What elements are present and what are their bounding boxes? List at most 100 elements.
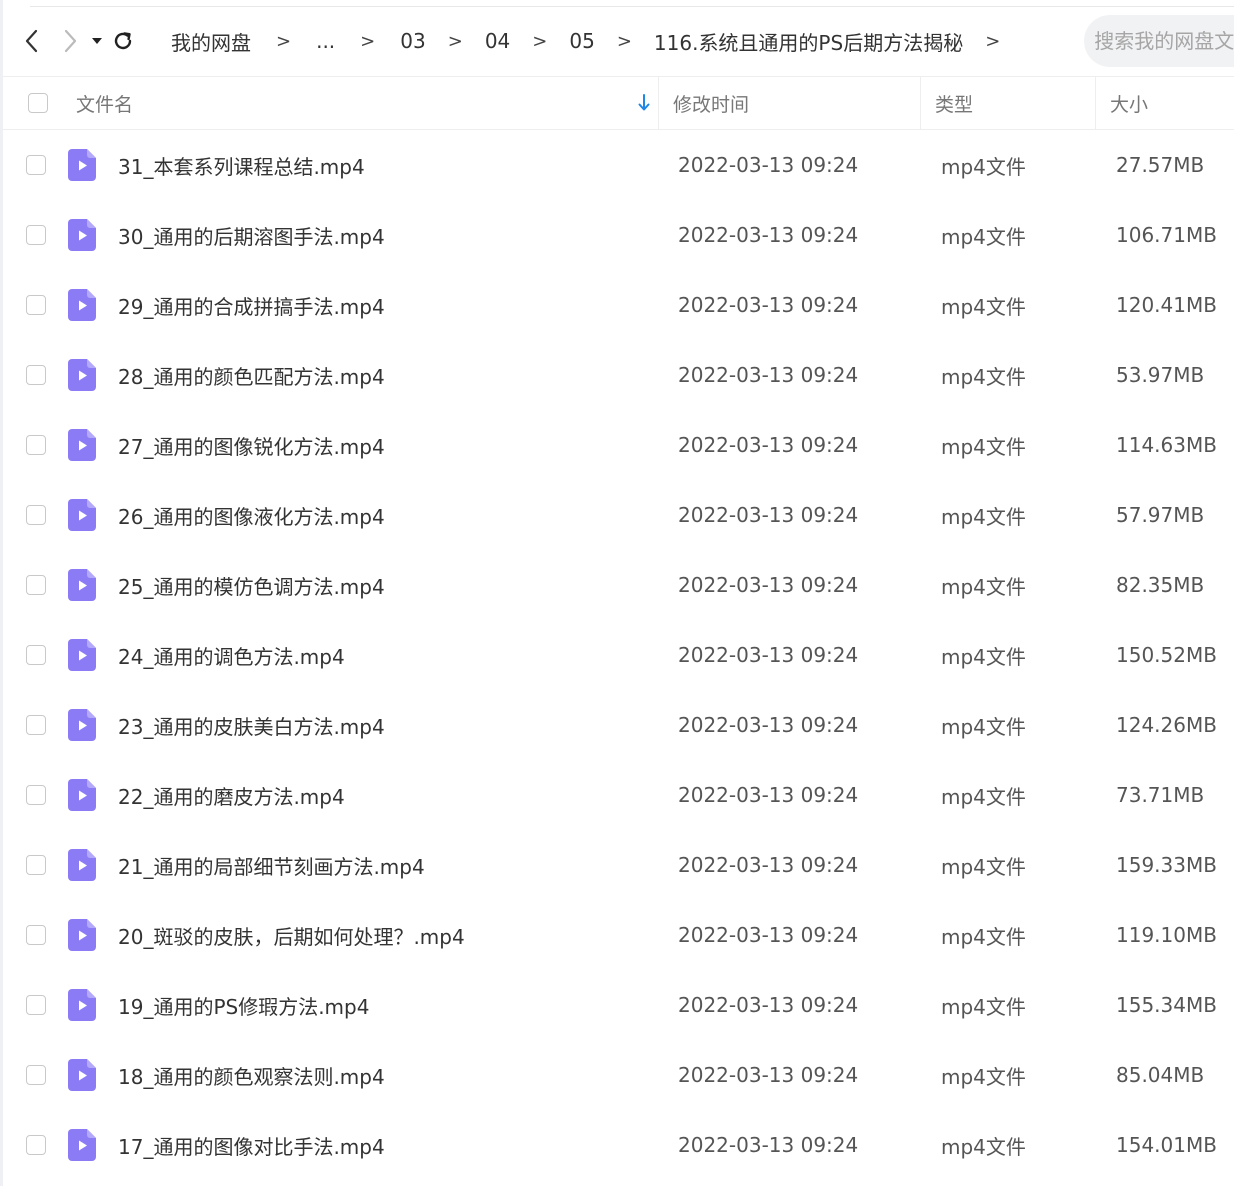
row-checkbox[interactable]	[26, 505, 46, 525]
row-checkbox[interactable]	[26, 715, 46, 735]
row-checkbox[interactable]	[26, 1135, 46, 1155]
file-name[interactable]: 20_斑驳的皮肤，后期如何处理？.mp4	[118, 921, 678, 950]
row-checkbox[interactable]	[26, 575, 46, 595]
row-checkbox[interactable]	[26, 155, 46, 175]
forward-button[interactable]	[63, 27, 77, 55]
file-modified-time: 2022-03-13 09:24	[678, 713, 859, 737]
table-row[interactable]: 30_通用的后期溶图手法.mp4 2022-03-13 09:24 mp4文件 …	[3, 200, 1234, 270]
file-type: mp4文件	[941, 294, 1026, 319]
chevron-left-icon	[25, 29, 38, 53]
file-name[interactable]: 17_通用的图像对比手法.mp4	[118, 1131, 678, 1160]
file-name[interactable]: 31_本套系列课程总结.mp4	[118, 151, 678, 180]
file-size: 120.41MB	[1116, 293, 1217, 317]
file-type: mp4文件	[941, 224, 1026, 249]
table-row[interactable]: 21_通用的局部细节刻画方法.mp4 2022-03-13 09:24 mp4文…	[3, 830, 1234, 900]
row-checkbox[interactable]	[26, 855, 46, 875]
table-row[interactable]: 22_通用的磨皮方法.mp4 2022-03-13 09:24 mp4文件 73…	[3, 760, 1234, 830]
file-modified-time: 2022-03-13 09:24	[678, 783, 859, 807]
file-name[interactable]: 29_通用的合成拼搞手法.mp4	[118, 291, 678, 320]
column-header-type[interactable]: 类型	[935, 90, 1095, 117]
select-all-checkbox[interactable]	[28, 93, 48, 113]
file-size: 106.71MB	[1116, 223, 1217, 247]
table-row[interactable]: 24_通用的调色方法.mp4 2022-03-13 09:24 mp4文件 15…	[3, 620, 1234, 690]
breadcrumb-item-04[interactable]: 04	[485, 29, 510, 53]
file-size: 159.33MB	[1116, 853, 1217, 877]
file-name[interactable]: 25_通用的模仿色调方法.mp4	[118, 571, 678, 600]
file-size: 119.10MB	[1116, 923, 1217, 947]
row-checkbox[interactable]	[26, 995, 46, 1015]
row-checkbox[interactable]	[26, 365, 46, 385]
video-file-icon	[68, 919, 96, 951]
video-file-icon	[68, 989, 96, 1021]
file-type: mp4文件	[941, 364, 1026, 389]
table-row[interactable]: 20_斑驳的皮肤，后期如何处理？.mp4 2022-03-13 09:24 mp…	[3, 900, 1234, 970]
file-modified-time: 2022-03-13 09:24	[678, 223, 859, 247]
file-modified-time: 2022-03-13 09:24	[678, 853, 859, 877]
breadcrumb-item-ellipsis[interactable]: ...	[316, 29, 335, 53]
file-modified-time: 2022-03-13 09:24	[678, 293, 859, 317]
table-row[interactable]: 23_通用的皮肤美白方法.mp4 2022-03-13 09:24 mp4文件 …	[3, 690, 1234, 760]
file-size: 53.97MB	[1116, 363, 1205, 387]
breadcrumb-item-03[interactable]: 03	[400, 29, 425, 53]
table-row[interactable]: 25_通用的模仿色调方法.mp4 2022-03-13 09:24 mp4文件 …	[3, 550, 1234, 620]
video-file-icon	[68, 289, 96, 321]
file-name[interactable]: 30_通用的后期溶图手法.mp4	[118, 221, 678, 250]
video-file-icon	[68, 1059, 96, 1091]
column-header-name[interactable]: 文件名	[76, 77, 658, 129]
breadcrumb-item-root[interactable]: 我的网盘	[171, 27, 251, 56]
file-name[interactable]: 27_通用的图像锐化方法.mp4	[118, 431, 678, 460]
row-checkbox[interactable]	[26, 785, 46, 805]
row-checkbox[interactable]	[26, 645, 46, 665]
table-row[interactable]: 31_本套系列课程总结.mp4 2022-03-13 09:24 mp4文件 2…	[3, 130, 1234, 200]
breadcrumb-separator: >	[447, 30, 463, 52]
video-file-icon	[68, 149, 96, 181]
column-divider	[920, 77, 921, 129]
toolbar: 我的网盘 > ... > 03 > 04 > 05 > 116.系统且通用的PS…	[3, 8, 1234, 74]
file-name[interactable]: 28_通用的颜色匹配方法.mp4	[118, 361, 678, 390]
file-name[interactable]: 24_通用的调色方法.mp4	[118, 641, 678, 670]
table-row[interactable]: 27_通用的图像锐化方法.mp4 2022-03-13 09:24 mp4文件 …	[3, 410, 1234, 480]
file-list: 31_本套系列课程总结.mp4 2022-03-13 09:24 mp4文件 2…	[3, 130, 1234, 1180]
table-row[interactable]: 18_通用的颜色观察法则.mp4 2022-03-13 09:24 mp4文件 …	[3, 1040, 1234, 1110]
file-name[interactable]: 22_通用的磨皮方法.mp4	[118, 781, 678, 810]
chevron-right-icon	[64, 29, 77, 53]
file-name[interactable]: 26_通用的图像液化方法.mp4	[118, 501, 678, 530]
video-file-icon	[68, 359, 96, 391]
table-row[interactable]: 19_通用的PS修瑕方法.mp4 2022-03-13 09:24 mp4文件 …	[3, 970, 1234, 1040]
file-size: 114.63MB	[1116, 433, 1217, 457]
breadcrumb-item-current[interactable]: 116.系统且通用的PS后期方法揭秘	[654, 27, 963, 56]
table-row[interactable]: 29_通用的合成拼搞手法.mp4 2022-03-13 09:24 mp4文件 …	[3, 270, 1234, 340]
column-divider	[1095, 77, 1096, 129]
search-box[interactable]	[1084, 15, 1234, 67]
history-dropdown-button[interactable]	[91, 27, 103, 55]
file-modified-time: 2022-03-13 09:24	[678, 923, 859, 947]
back-button[interactable]	[25, 27, 39, 55]
column-divider	[658, 77, 659, 129]
file-modified-time: 2022-03-13 09:24	[678, 643, 859, 667]
breadcrumb-item-05[interactable]: 05	[569, 29, 594, 53]
row-checkbox[interactable]	[26, 1065, 46, 1085]
table-row[interactable]: 28_通用的颜色匹配方法.mp4 2022-03-13 09:24 mp4文件 …	[3, 340, 1234, 410]
column-header-size[interactable]: 大小	[1110, 90, 1148, 117]
file-name[interactable]: 18_通用的颜色观察法则.mp4	[118, 1061, 678, 1090]
sort-down-icon[interactable]	[638, 94, 650, 112]
row-checkbox[interactable]	[26, 225, 46, 245]
refresh-button[interactable]	[111, 27, 135, 55]
table-row[interactable]: 26_通用的图像液化方法.mp4 2022-03-13 09:24 mp4文件 …	[3, 480, 1234, 550]
row-checkbox[interactable]	[26, 295, 46, 315]
file-modified-time: 2022-03-13 09:24	[678, 993, 859, 1017]
video-file-icon	[68, 849, 96, 881]
row-checkbox[interactable]	[26, 925, 46, 945]
row-checkbox[interactable]	[26, 435, 46, 455]
file-size: 82.35MB	[1116, 573, 1205, 597]
table-row[interactable]: 17_通用的图像对比手法.mp4 2022-03-13 09:24 mp4文件 …	[3, 1110, 1234, 1180]
breadcrumb-separator: >	[616, 30, 632, 52]
file-name[interactable]: 23_通用的皮肤美白方法.mp4	[118, 711, 678, 740]
file-name[interactable]: 19_通用的PS修瑕方法.mp4	[118, 991, 678, 1020]
table-header: 文件名 修改时间 类型 大小	[3, 76, 1234, 130]
video-file-icon	[68, 569, 96, 601]
file-name[interactable]: 21_通用的局部细节刻画方法.mp4	[118, 851, 678, 880]
search-input[interactable]	[1092, 28, 1234, 54]
file-size: 85.04MB	[1116, 1063, 1205, 1087]
column-header-time[interactable]: 修改时间	[673, 90, 920, 117]
